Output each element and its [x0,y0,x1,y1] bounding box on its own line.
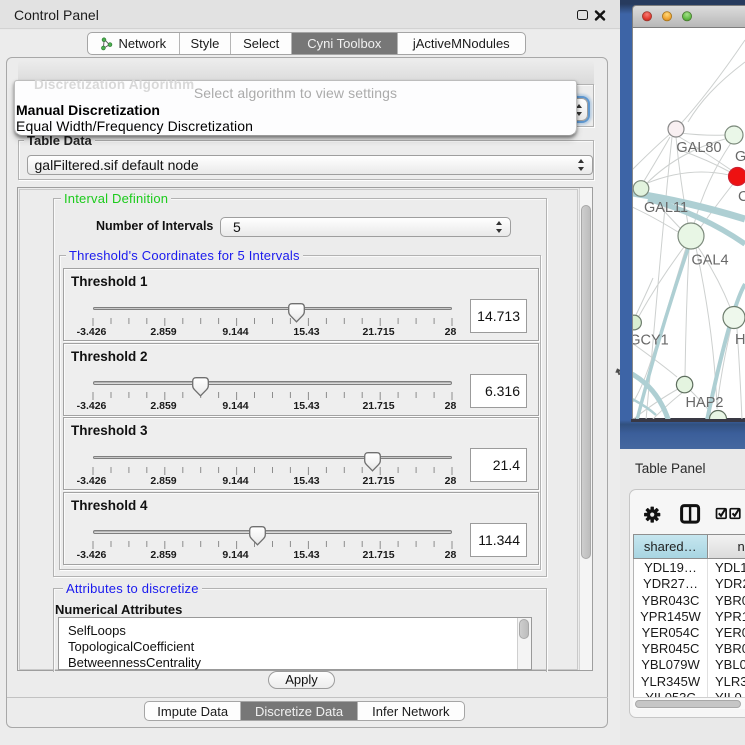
svg-text:GCY1: GCY1 [632,333,669,349]
svg-text:GAL80: GAL80 [676,140,721,156]
svg-text:GAL11: GAL11 [644,200,688,216]
svg-text:GAL4: GAL4 [691,253,728,269]
svg-text:C: C [738,189,745,205]
svg-text:G.: G. [735,149,745,165]
svg-text:H: H [735,332,745,348]
svg-text:HAP2: HAP2 [686,395,724,411]
